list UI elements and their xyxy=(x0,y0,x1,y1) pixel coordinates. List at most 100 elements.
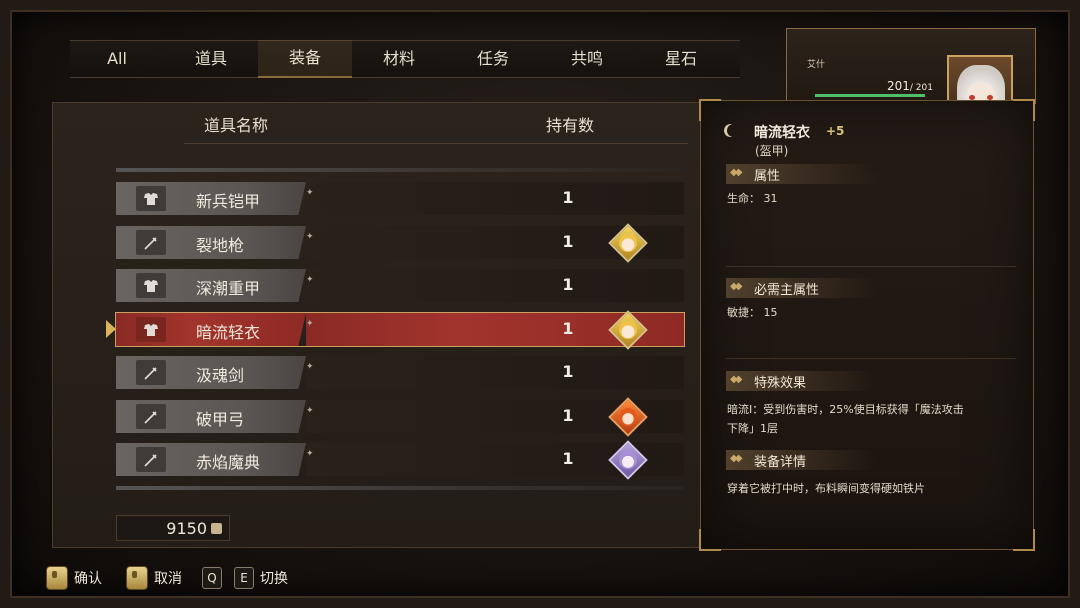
currency-amount: 9150 xyxy=(166,518,207,538)
tab-starstones[interactable]: 星石 xyxy=(634,41,728,77)
diamond-ornament-icon: ◆◆ xyxy=(730,453,743,464)
item-name: 新兵铠甲 xyxy=(196,192,261,211)
tab-quests[interactable]: 任务 xyxy=(446,41,540,77)
confirm-label: 确认 xyxy=(74,571,102,587)
avatar-face xyxy=(619,321,637,339)
section-special: ◆◆ 特殊效果 xyxy=(726,371,876,391)
character-name: 艾什 xyxy=(807,60,826,70)
armor-icon xyxy=(136,317,166,342)
sword-icon xyxy=(136,230,166,255)
item-name: 破甲弓 xyxy=(196,410,245,429)
hp-bar xyxy=(815,94,925,97)
diamond-ornament-icon: ◆◆ xyxy=(730,167,743,178)
list-scroll-bottom xyxy=(116,486,684,490)
sparkle-icon: ✦ xyxy=(306,449,314,459)
special-text-line-2: 下降」1层 xyxy=(727,422,778,435)
corner-ornament xyxy=(1013,529,1035,551)
sparkle-icon: ✦ xyxy=(306,275,314,285)
section-divider xyxy=(726,358,1016,359)
tab-all[interactable]: All xyxy=(70,41,164,77)
item-count: 1 xyxy=(562,449,574,468)
section-divider xyxy=(726,266,1016,267)
tab-items[interactable]: 道具 xyxy=(164,41,258,77)
switch-label: 切换 xyxy=(260,571,288,587)
character-hp: 201/ 201 xyxy=(887,79,933,93)
special-text-line-1: 暗流Ⅰ：受到伤害时，25%使目标获得「魔法攻击 xyxy=(727,403,964,416)
sword-icon xyxy=(136,404,166,429)
item-row-bg xyxy=(306,182,684,215)
hp-bar-fill xyxy=(815,94,925,97)
moon-icon xyxy=(727,124,740,137)
header-divider xyxy=(184,143,688,144)
currency-display: 9150 xyxy=(116,515,230,541)
detail-enhance-level: +5 xyxy=(826,124,845,138)
confirm-hint[interactable]: 确认 xyxy=(46,566,102,590)
section-details: ◆◆ 装备详情 xyxy=(726,450,876,470)
section-details-label: 装备详情 xyxy=(754,455,807,470)
item-name: 赤焰魔典 xyxy=(196,453,261,472)
cancel-label: 取消 xyxy=(154,571,182,587)
tab-materials[interactable]: 材料 xyxy=(352,41,446,77)
corner-ornament xyxy=(699,529,721,551)
selection-cursor-icon xyxy=(106,320,116,338)
item-name: 裂地枪 xyxy=(196,236,245,255)
sparkle-icon: ✦ xyxy=(306,319,314,329)
detail-item-title: 暗流轻衣 xyxy=(754,125,810,141)
item-count: 1 xyxy=(562,275,574,294)
key-e: E xyxy=(234,567,254,589)
section-required: ◆◆ 必需主属性 xyxy=(726,278,876,298)
column-header-name: 道具名称 xyxy=(204,116,269,135)
details-text: 穿着它被打中时，布料瞬间变得硬如铁片 xyxy=(727,482,925,495)
sparkle-icon: ✦ xyxy=(306,188,314,198)
item-row[interactable]: 新兵铠甲 ✦ 1 xyxy=(116,182,684,215)
section-attributes: ◆◆ 属性 xyxy=(726,164,876,184)
category-tabs: All 道具 装备 材料 任务 共鸣 星石 xyxy=(70,40,740,78)
armor-icon xyxy=(136,186,166,211)
tab-equipment[interactable]: 装备 xyxy=(258,40,352,78)
item-row-bg xyxy=(306,269,684,302)
hp-max: / 201 xyxy=(909,83,933,93)
sparkle-icon: ✦ xyxy=(306,406,314,416)
item-row[interactable]: 赤焰魔典 ✦ 1 xyxy=(116,440,684,480)
item-count: 1 xyxy=(562,188,574,207)
item-row[interactable]: 裂地枪 ✦ 1 xyxy=(116,223,684,263)
required-text: 敏捷： 15 xyxy=(727,306,778,319)
detail-item-type: (盔甲) xyxy=(755,144,789,158)
diamond-ornament-icon: ◆◆ xyxy=(730,281,743,292)
sparkle-icon: ✦ xyxy=(306,232,314,242)
item-row[interactable]: 汲魂剑 ✦ 1 xyxy=(116,356,684,389)
section-special-label: 特殊效果 xyxy=(754,376,807,391)
switch-hint[interactable]: Q E 切换 xyxy=(202,566,288,590)
avatar-face xyxy=(619,408,637,426)
item-row[interactable]: 破甲弓 ✦ 1 xyxy=(116,397,684,437)
mouse-right-icon xyxy=(126,566,148,590)
currency-icon xyxy=(211,523,222,534)
item-name: 暗流轻衣 xyxy=(196,323,261,342)
avatar-face xyxy=(619,451,637,469)
section-required-label: 必需主属性 xyxy=(754,283,820,298)
sword-icon xyxy=(136,360,166,385)
item-count: 1 xyxy=(562,406,574,425)
mouse-left-icon xyxy=(46,566,68,590)
cancel-hint[interactable]: 取消 xyxy=(126,566,182,590)
item-name: 深潮重甲 xyxy=(196,279,261,298)
sparkle-icon: ✦ xyxy=(306,362,314,372)
item-row[interactable]: 暗流轻衣 ✦ 1 xyxy=(115,310,685,350)
tab-resonance[interactable]: 共鸣 xyxy=(540,41,634,77)
character-card[interactable]: 艾什 201/ 201 xyxy=(786,28,1036,129)
item-count: 1 xyxy=(562,362,574,381)
diamond-ornament-icon: ◆◆ xyxy=(730,374,743,385)
column-header-count: 持有数 xyxy=(546,116,595,135)
sword-icon xyxy=(136,447,166,472)
key-q: Q xyxy=(202,567,222,589)
section-attributes-label: 属性 xyxy=(754,169,781,184)
item-count: 1 xyxy=(562,232,574,251)
list-scroll-top xyxy=(116,168,684,172)
attributes-text: 生命： 31 xyxy=(727,192,778,205)
item-name: 汲魂剑 xyxy=(196,366,245,385)
avatar-face xyxy=(619,234,637,252)
hp-value: 201 xyxy=(887,79,910,93)
armor-icon xyxy=(136,273,166,298)
item-row[interactable]: 深潮重甲 ✦ 1 xyxy=(116,269,684,302)
item-row-bg xyxy=(306,356,684,389)
